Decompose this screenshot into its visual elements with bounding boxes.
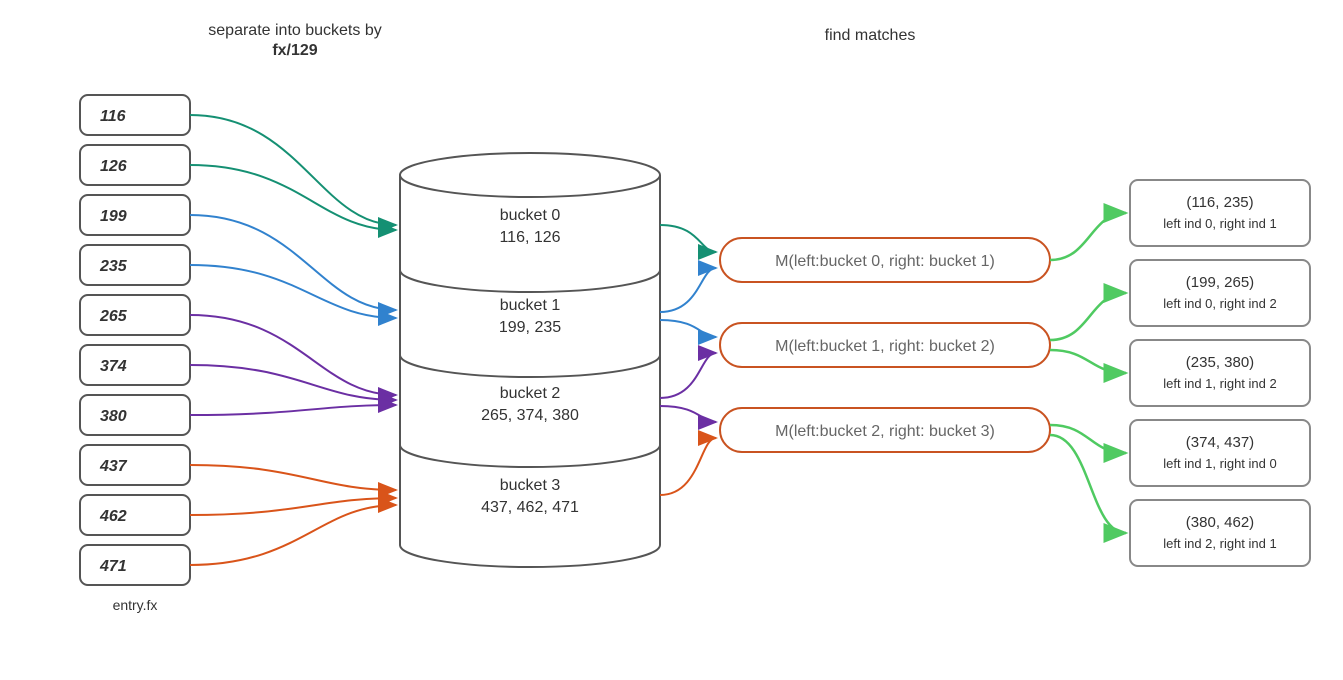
- arrow-e4-b2: [190, 315, 396, 395]
- arrow-m2-r4: [1050, 435, 1126, 533]
- entry-0: 116: [100, 108, 126, 125]
- arrow-m0-r0: [1050, 213, 1126, 260]
- result-column: (116, 235) left ind 0, right ind 1 (199,…: [1130, 180, 1310, 566]
- bucket-1-values: 199, 235: [499, 319, 561, 336]
- result-0-sub: left ind 0, right ind 1: [1163, 216, 1276, 231]
- bucket-3-values: 437, 462, 471: [481, 499, 579, 516]
- entry-8: 462: [99, 508, 127, 525]
- title-separate-l1: separate into buckets by: [208, 22, 381, 39]
- result-2-pair: (235, 380): [1186, 354, 1254, 371]
- bucket-0-title: bucket 0: [500, 207, 561, 224]
- title-separate-l2: fx/129: [272, 42, 317, 59]
- match-op-2: M(left:bucket 2, right: bucket 3): [775, 423, 995, 440]
- arrow-b2-m1: [660, 353, 716, 398]
- result-4-pair: (380, 462): [1186, 514, 1254, 531]
- bucket-3-title: bucket 3: [500, 477, 561, 494]
- result-4-sub: left ind 2, right ind 1: [1163, 536, 1276, 551]
- entry-2: 199: [100, 208, 127, 225]
- result-0-pair: (116, 235): [1186, 194, 1253, 211]
- arrow-e0-b0: [190, 115, 396, 225]
- arrow-e7-b3: [190, 465, 396, 490]
- arrow-b3-m2: [660, 438, 716, 495]
- title-find-matches: find matches: [825, 27, 916, 44]
- result-1-pair: (199, 265): [1186, 274, 1254, 291]
- entry-9: 471: [99, 558, 127, 575]
- entry-5: 374: [100, 358, 127, 375]
- bucket-0-values: 116, 126: [499, 229, 560, 246]
- result-3-sub: left ind 1, right ind 0: [1163, 456, 1276, 471]
- entry-1: 126: [100, 158, 127, 175]
- arrow-m1-r1: [1050, 293, 1126, 340]
- result-2-sub: left ind 1, right ind 2: [1163, 376, 1276, 391]
- bucket-2-values: 265, 374, 380: [481, 407, 579, 424]
- entry-7: 437: [99, 458, 128, 475]
- entry-4: 265: [99, 308, 128, 325]
- arrow-b2-m2: [660, 406, 716, 422]
- result-3-pair: (374, 437): [1186, 434, 1254, 451]
- arrow-b1-m1: [660, 320, 716, 337]
- entry-6: 380: [100, 408, 127, 425]
- arrow-b1-m0: [660, 268, 716, 312]
- arrow-e6-b2: [190, 405, 396, 415]
- bucket-2-title: bucket 2: [500, 385, 561, 402]
- arrow-e3-b1: [190, 265, 396, 318]
- match-ops: M(left:bucket 0, right: bucket 1) M(left…: [720, 238, 1050, 452]
- arrow-e1-b0: [190, 165, 396, 230]
- match-op-1: M(left:bucket 1, right: bucket 2): [775, 338, 995, 355]
- bucket-1-title: bucket 1: [500, 297, 561, 314]
- diagram-svg: separate into buckets by fx/129 find mat…: [0, 0, 1343, 680]
- entries-caption: entry.fx: [113, 597, 158, 613]
- arrow-e2-b1: [190, 215, 396, 310]
- arrow-e8-b3: [190, 498, 396, 515]
- result-1-sub: left ind 0, right ind 2: [1163, 296, 1276, 311]
- entry-3: 235: [99, 258, 128, 275]
- arrow-e5-b2: [190, 365, 396, 400]
- arrow-m1-r2: [1050, 350, 1126, 373]
- arrow-b0-m0: [660, 225, 716, 252]
- entry-column: 116 126 199 235 265 374 380 437: [80, 95, 190, 585]
- match-op-0: M(left:bucket 0, right: bucket 1): [775, 253, 995, 270]
